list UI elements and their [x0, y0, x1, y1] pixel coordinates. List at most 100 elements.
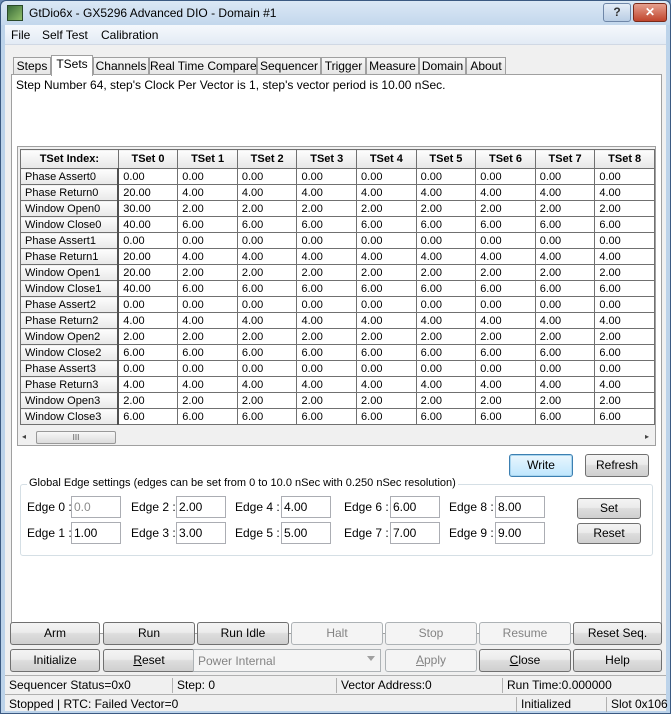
edge-6-input[interactable] — [390, 496, 440, 518]
grid-cell[interactable]: 0.00 — [475, 232, 536, 249]
grid-cell[interactable]: 4.00 — [534, 312, 596, 329]
grid-cell[interactable]: 2.00 — [236, 392, 298, 409]
grid-cell[interactable]: 6.00 — [594, 216, 655, 233]
row-header[interactable]: Phase Assert3 — [20, 360, 120, 377]
edge-2-input[interactable] — [176, 496, 226, 518]
grid-cell[interactable]: 2.00 — [296, 328, 358, 345]
grid-cell[interactable]: 0.00 — [236, 296, 298, 313]
grid-cell[interactable]: 2.00 — [356, 264, 417, 281]
grid-cell[interactable]: 4.00 — [534, 248, 596, 265]
column-header-tset-7[interactable]: TSet 7 — [534, 149, 596, 169]
grid-cell[interactable]: 2.00 — [296, 392, 358, 409]
grid-cell[interactable]: 4.00 — [296, 184, 358, 201]
grid-cell[interactable]: 4.00 — [594, 312, 655, 329]
menu-self-test[interactable]: Self Test — [42, 28, 88, 42]
row-header[interactable]: Window Close2 — [20, 344, 120, 361]
grid-cell[interactable]: 6.00 — [117, 408, 179, 425]
grid-cell[interactable]: 2.00 — [534, 200, 596, 217]
edge-4-input[interactable] — [281, 496, 331, 518]
edge-9-input[interactable] — [495, 522, 545, 544]
scroll-left-icon[interactable]: ◂ — [22, 432, 32, 441]
tab-trigger[interactable]: Trigger — [321, 57, 366, 75]
tab-domain[interactable]: Domain — [419, 57, 466, 75]
grid-cell[interactable]: 20.00 — [117, 184, 179, 201]
power-select[interactable]: Power Internal — [193, 649, 381, 672]
help-button[interactable]: Help — [573, 649, 662, 672]
grid-cell[interactable]: 0.00 — [534, 360, 596, 377]
row-header[interactable]: Window Open1 — [20, 264, 120, 281]
apply-button[interactable]: Apply — [385, 649, 477, 672]
grid-cell[interactable]: 0.00 — [236, 360, 298, 377]
row-header[interactable]: Phase Assert0 — [20, 168, 120, 185]
close-icon[interactable]: ✕ — [633, 3, 667, 22]
grid-cell[interactable]: 0.00 — [415, 360, 477, 377]
grid-cell[interactable]: 4.00 — [415, 312, 477, 329]
edge-1-input[interactable] — [71, 522, 121, 544]
grid-cell[interactable]: 40.00 — [117, 280, 179, 297]
grid-cell[interactable]: 6.00 — [534, 216, 596, 233]
grid-cell[interactable]: 2.00 — [117, 328, 179, 345]
grid-cell[interactable]: 0.00 — [177, 296, 238, 313]
grid-cell[interactable]: 6.00 — [177, 216, 238, 233]
grid-cell[interactable]: 4.00 — [594, 248, 655, 265]
grid-cell[interactable]: 0.00 — [356, 232, 417, 249]
row-header[interactable]: Phase Assert2 — [20, 296, 120, 313]
tab-about[interactable]: About — [466, 57, 506, 75]
initialize-button[interactable]: Initialize — [10, 649, 100, 672]
grid-cell[interactable]: 2.00 — [475, 264, 536, 281]
grid-cell[interactable]: 0.00 — [534, 168, 596, 185]
grid-cell[interactable]: 6.00 — [236, 216, 298, 233]
grid-cell[interactable]: 6.00 — [415, 344, 477, 361]
grid-cell[interactable]: 2.00 — [534, 264, 596, 281]
grid-cell[interactable]: 2.00 — [117, 392, 179, 409]
row-header[interactable]: Phase Assert1 — [20, 232, 120, 249]
tab-measure[interactable]: Measure — [366, 57, 419, 75]
grid-cell[interactable]: 2.00 — [475, 328, 536, 345]
grid-cell[interactable]: 0.00 — [415, 168, 477, 185]
row-header[interactable]: Window Open2 — [20, 328, 120, 345]
grid-cell[interactable]: 6.00 — [296, 216, 358, 233]
grid-cell[interactable]: 0.00 — [594, 296, 655, 313]
grid-cell[interactable]: 0.00 — [356, 296, 417, 313]
grid-cell[interactable]: 6.00 — [236, 408, 298, 425]
grid-cell[interactable]: 4.00 — [415, 248, 477, 265]
grid-cell[interactable]: 4.00 — [415, 184, 477, 201]
edge-3-input[interactable] — [176, 522, 226, 544]
grid-cell[interactable]: 4.00 — [117, 376, 179, 393]
tab-sequencer[interactable]: Sequencer — [257, 57, 321, 75]
grid-cell[interactable]: 0.00 — [296, 360, 358, 377]
grid-cell[interactable]: 2.00 — [475, 392, 536, 409]
grid-cell[interactable]: 6.00 — [415, 216, 477, 233]
grid-cell[interactable]: 30.00 — [117, 200, 179, 217]
grid-cell[interactable]: 4.00 — [236, 248, 298, 265]
row-header[interactable]: Phase Return1 — [20, 248, 120, 265]
grid-cell[interactable]: 4.00 — [356, 184, 417, 201]
grid-cell[interactable]: 6.00 — [296, 344, 358, 361]
grid-cell[interactable]: 0.00 — [415, 232, 477, 249]
grid-cell[interactable]: 4.00 — [475, 184, 536, 201]
grid-cell[interactable]: 6.00 — [177, 280, 238, 297]
grid-cell[interactable]: 6.00 — [594, 344, 655, 361]
grid-cell[interactable]: 4.00 — [177, 312, 238, 329]
column-header-tset-8[interactable]: TSet 8 — [594, 149, 655, 169]
scroll-thumb[interactable]: III — [36, 431, 116, 444]
grid-cell[interactable]: 6.00 — [594, 408, 655, 425]
edge-5-input[interactable] — [281, 522, 331, 544]
column-header-tset-2[interactable]: TSet 2 — [236, 149, 298, 169]
grid-cell[interactable]: 4.00 — [236, 376, 298, 393]
grid-cell[interactable]: 4.00 — [356, 248, 417, 265]
grid-cell[interactable]: 4.00 — [236, 312, 298, 329]
grid-cell[interactable]: 6.00 — [415, 280, 477, 297]
grid-cell[interactable]: 0.00 — [594, 360, 655, 377]
grid-cell[interactable]: 4.00 — [475, 376, 536, 393]
grid-cell[interactable]: 2.00 — [236, 328, 298, 345]
grid-cell[interactable]: 0.00 — [296, 296, 358, 313]
set-edges-button[interactable]: Set — [577, 498, 641, 519]
write-button[interactable]: Write — [509, 454, 573, 477]
horizontal-scrollbar[interactable]: ◂ III ▸ — [20, 430, 653, 445]
grid-cell[interactable]: 6.00 — [296, 280, 358, 297]
grid-cell[interactable]: 2.00 — [594, 392, 655, 409]
tab-tsets[interactable]: TSets — [51, 55, 93, 76]
stop-button[interactable]: Stop — [385, 622, 477, 645]
grid-cell[interactable]: 4.00 — [415, 376, 477, 393]
